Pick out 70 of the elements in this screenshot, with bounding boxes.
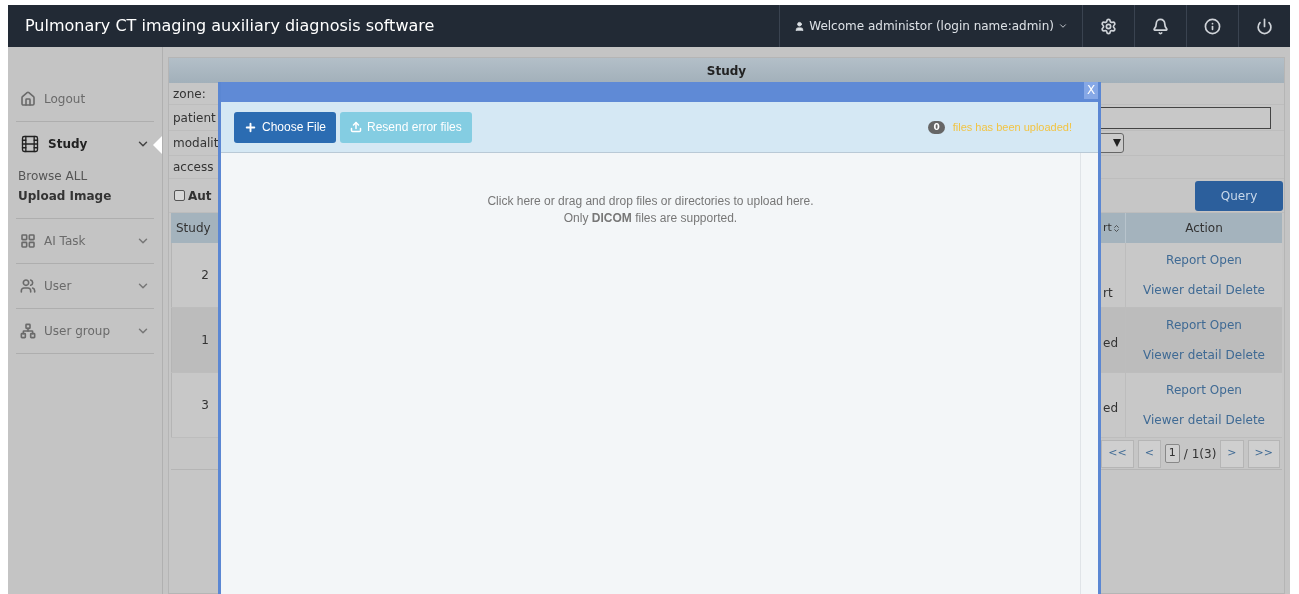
action-link[interactable]: Delete	[1225, 346, 1265, 364]
sidebar-item[interactable]: AI Task	[16, 219, 154, 263]
action-link[interactable]: Report	[1166, 381, 1206, 399]
table-cell-text: 3	[201, 397, 209, 414]
column-header: Study	[175, 220, 212, 237]
caret-icon	[1058, 21, 1068, 31]
sidebar-item[interactable]: Logout	[16, 77, 154, 121]
sidebar-item[interactable]: User	[16, 264, 154, 308]
action-link[interactable]: Viewer	[1143, 411, 1184, 429]
app-title: Pulmonary CT imaging auxiliary diagnosis software	[24, 15, 436, 37]
modality-select[interactable]	[1099, 133, 1124, 153]
user-menu[interactable]: Welcome administor (login name:admin)	[779, 5, 1082, 47]
page-input[interactable]: 1	[1164, 444, 1180, 463]
info-icon	[1204, 17, 1221, 35]
action-link[interactable]: Open	[1209, 251, 1242, 269]
query-button[interactable]: Query	[1195, 180, 1283, 211]
upload-status: files has been uploaded!	[952, 119, 1072, 135]
sidebar-item[interactable]: Study	[16, 122, 154, 166]
upload-icon	[350, 121, 363, 133]
first-page-button[interactable]: <<	[1101, 439, 1134, 468]
last-page-button[interactable]: >>	[1247, 439, 1280, 468]
action-link[interactable]: detail	[1187, 281, 1222, 299]
close-button[interactable]: X	[1084, 82, 1098, 99]
form-label: patient	[172, 109, 216, 127]
user-icon	[794, 20, 806, 32]
count-badge: 0	[928, 120, 945, 134]
sidebar-item[interactable]: User group	[16, 309, 154, 353]
settings-icon	[1100, 17, 1117, 35]
users-icon	[20, 278, 36, 294]
home-icon	[20, 91, 36, 107]
form-label: access	[172, 159, 214, 176]
dropdown-icon	[1113, 139, 1121, 147]
action-link[interactable]: Delete	[1225, 411, 1265, 429]
action-link[interactable]: Open	[1209, 381, 1242, 399]
panel-title: Study	[706, 62, 747, 80]
action-link[interactable]: Open	[1209, 316, 1242, 334]
checkbox-label: Aut	[188, 187, 212, 205]
drop-hint: Only DICOM files are supported.	[563, 210, 738, 227]
submenu-item[interactable]: Browse ALL	[16, 166, 154, 186]
action-link[interactable]: Report	[1166, 251, 1206, 269]
film-icon	[20, 134, 40, 154]
sort-icon	[1111, 223, 1121, 233]
drop-hint: Click here or drag and drop files or directories to upload here.	[487, 193, 814, 210]
checkbox[interactable]	[174, 190, 185, 201]
next-page-button[interactable]: >	[1220, 439, 1244, 468]
action-link[interactable]: Viewer	[1143, 281, 1184, 299]
table-cell-text: 2	[201, 267, 209, 284]
table-cell-text: ed	[1103, 335, 1118, 352]
form-label: modalit	[172, 135, 219, 152]
action-link[interactable]: Viewer	[1143, 346, 1184, 364]
submenu-item[interactable]: Upload Image	[16, 186, 154, 206]
form-label: zone:	[172, 85, 206, 103]
bell-icon	[1152, 17, 1169, 35]
table-cell-text: ed	[1103, 400, 1118, 417]
hierarchy-icon	[20, 323, 36, 339]
table-cell-text: 1	[201, 332, 209, 349]
patient-input[interactable]	[1099, 106, 1271, 129]
action-link[interactable]: detail	[1187, 346, 1222, 364]
action-link[interactable]: detail	[1187, 411, 1222, 429]
action-link[interactable]: Report	[1166, 316, 1206, 334]
column-header: rt	[1103, 219, 1112, 236]
page-total: / 1(3)	[1183, 445, 1217, 463]
power-icon	[1256, 17, 1273, 35]
plus-icon	[244, 120, 257, 134]
table-cell-text: rt	[1103, 285, 1113, 302]
action-link[interactable]: Delete	[1225, 281, 1265, 299]
drop-zone[interactable]: Click here or drag and drop files or directories to upload here. Only DICOM files are supported.	[221, 153, 1081, 594]
previous-page-button[interactable]: <	[1137, 439, 1161, 468]
choose-file-button[interactable]: Choose File	[234, 111, 337, 143]
grid-icon	[20, 233, 36, 249]
